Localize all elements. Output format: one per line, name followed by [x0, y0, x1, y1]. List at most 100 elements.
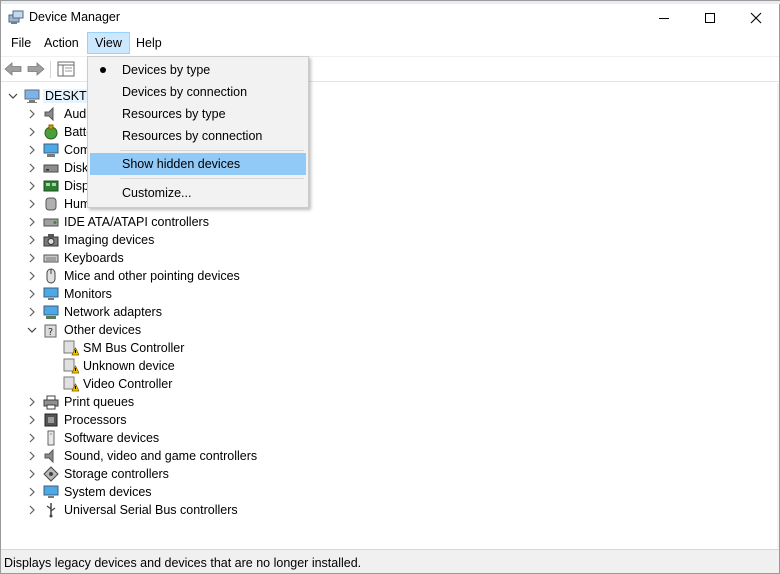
tree-item-label: Monitors [64, 287, 112, 301]
menu-separator [120, 178, 304, 179]
tree-item-label: Universal Serial Bus controllers [64, 503, 238, 517]
tree-item-label: Unknown device [83, 359, 175, 373]
tree-item-label: Disk [64, 161, 89, 175]
usb-icon [46, 503, 56, 518]
tree-item-label: Processors [64, 413, 127, 427]
collapse-chevron-icon[interactable] [25, 321, 39, 339]
tree-item-unknown-device[interactable]: Unknown device [1, 357, 761, 375]
toolbar-separator [50, 61, 51, 78]
audio-icon [44, 106, 54, 122]
tree-item-label: Disp [64, 179, 90, 193]
expand-chevron-icon[interactable] [25, 429, 39, 447]
back-arrow-icon [4, 62, 22, 76]
expand-chevron-icon[interactable] [25, 213, 39, 231]
expand-chevron-icon[interactable] [25, 123, 39, 141]
expand-chevron-icon[interactable] [25, 231, 39, 249]
expand-chevron-icon[interactable] [25, 267, 39, 285]
tree-item-label: Keyboards [64, 251, 124, 265]
expand-chevron-icon[interactable] [25, 411, 39, 429]
tree-item-label: Sound, video and game controllers [64, 449, 258, 463]
tree-item-label: Mice and other pointing devices [64, 269, 240, 283]
minimize-button[interactable] [641, 4, 687, 31]
menu-item-label: Resources by connection [122, 129, 263, 143]
menu-action[interactable]: Action [37, 32, 86, 54]
close-button[interactable] [733, 4, 779, 31]
expand-chevron-icon[interactable] [25, 393, 39, 411]
menu-view[interactable]: View [87, 32, 130, 54]
monitor-icon [43, 287, 59, 300]
expand-chevron-icon[interactable] [25, 447, 39, 465]
back-button[interactable] [3, 60, 23, 78]
system-device-icon [43, 485, 59, 498]
network-adapter-icon [43, 305, 59, 319]
tree-item-software-devices[interactable]: Software devices [1, 429, 761, 447]
tree-item-label: Network adapters [64, 305, 162, 319]
expand-chevron-icon[interactable] [25, 483, 39, 501]
expand-chevron-icon[interactable] [25, 303, 39, 321]
forward-button[interactable] [26, 60, 46, 78]
maximize-button[interactable] [687, 4, 733, 31]
tree-item-network-adapters[interactable]: Network adapters [1, 303, 761, 321]
tree-item-processors[interactable]: Processors [1, 411, 761, 429]
menu-help[interactable]: Help [129, 32, 169, 54]
display-adapter-icon [43, 180, 59, 192]
minimize-icon [659, 17, 669, 19]
properties-pane-button[interactable] [56, 60, 76, 78]
speaker-icon [44, 448, 54, 464]
tree-item-label: SM Bus Controller [83, 341, 185, 355]
menu-item-resources-by-connection[interactable]: Resources by connection [90, 125, 306, 147]
properties-icon [57, 61, 75, 77]
tree-item-usb-controllers[interactable]: Universal Serial Bus controllers [1, 501, 761, 519]
menu-item-devices-by-type[interactable]: Devices by type [90, 59, 306, 81]
expand-chevron-icon[interactable] [25, 177, 39, 195]
menu-separator [120, 150, 304, 151]
tree-item-mice[interactable]: Mice and other pointing devices [1, 267, 761, 285]
keyboard-icon [43, 254, 59, 263]
menu-item-customize[interactable]: Customize... [90, 182, 306, 204]
menu-file[interactable]: File [4, 32, 38, 54]
tree-item-other-devices[interactable]: ? Other devices [1, 321, 761, 339]
right-edge [777, 83, 779, 549]
menu-item-show-hidden-devices[interactable]: Show hidden devices [90, 153, 306, 175]
expand-chevron-icon[interactable] [25, 501, 39, 519]
camera-icon [43, 234, 59, 247]
expand-chevron-icon[interactable] [25, 465, 39, 483]
status-bar: Displays legacy devices and devices that… [1, 549, 779, 573]
expand-chevron-icon[interactable] [25, 285, 39, 303]
tree-item-imaging-devices[interactable]: Imaging devices [1, 231, 761, 249]
tree-item-storage-controllers[interactable]: Storage controllers [1, 465, 761, 483]
tree-item-sound-video-game[interactable]: Sound, video and game controllers [1, 447, 761, 465]
tree-item-label: Storage controllers [64, 467, 169, 481]
forward-arrow-icon [27, 62, 45, 76]
tree-item-label: System devices [64, 485, 152, 499]
tree-item-ide-controllers[interactable]: IDE ATA/ATAPI controllers [1, 213, 761, 231]
storage-controller-icon [43, 466, 59, 482]
tree-item-keyboards[interactable]: Keyboards [1, 249, 761, 267]
tree-item-video-controller[interactable]: Video Controller [1, 375, 761, 393]
software-device-icon [47, 430, 55, 446]
expand-chevron-icon[interactable] [25, 195, 39, 213]
tree-item-sm-bus-controller[interactable]: SM Bus Controller [1, 339, 761, 357]
collapse-chevron-icon[interactable] [6, 87, 20, 105]
window-title: Device Manager [29, 10, 121, 24]
computer-icon [24, 89, 40, 103]
maximize-icon [705, 12, 715, 23]
disk-drive-icon [43, 164, 59, 173]
expand-chevron-icon[interactable] [25, 249, 39, 267]
menu-item-resources-by-type[interactable]: Resources by type [90, 103, 306, 125]
tree-item-print-queues[interactable]: Print queues [1, 393, 761, 411]
menu-item-devices-by-connection[interactable]: Devices by connection [90, 81, 306, 103]
printer-icon [43, 395, 59, 410]
svg-text:?: ? [48, 327, 53, 338]
tree-item-system-devices[interactable]: System devices [1, 483, 761, 501]
selected-bullet-icon [100, 67, 106, 73]
title-bar: Device Manager [1, 4, 779, 31]
menu-item-label: Devices by connection [122, 85, 248, 99]
device-manager-icon [8, 10, 24, 24]
expand-chevron-icon[interactable] [25, 105, 39, 123]
tree-item-monitors[interactable]: Monitors [1, 285, 761, 303]
computer-icon [43, 143, 59, 157]
expand-chevron-icon[interactable] [25, 141, 39, 159]
expand-chevron-icon[interactable] [25, 159, 39, 177]
view-menu-dropdown: Devices by type Devices by connection Re… [87, 56, 309, 208]
